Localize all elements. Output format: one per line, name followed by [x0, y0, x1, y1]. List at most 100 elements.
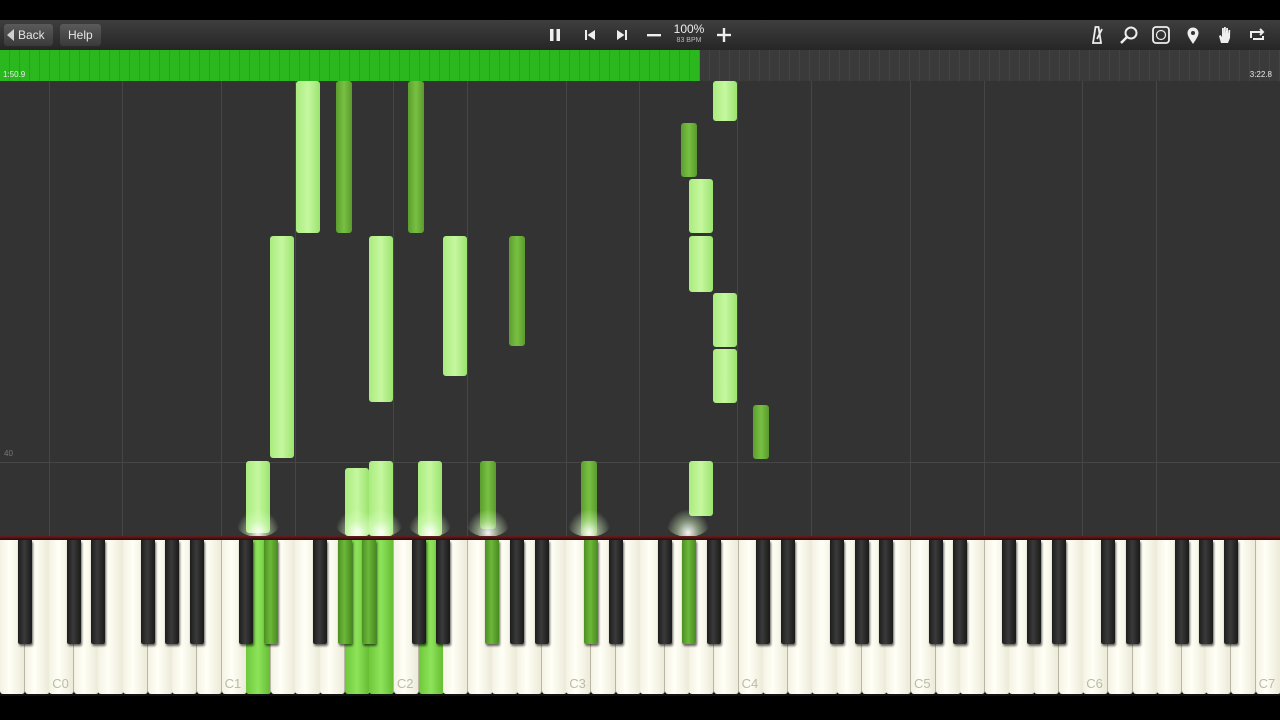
black-key[interactable]: [337, 540, 352, 644]
black-key[interactable]: [1125, 540, 1140, 644]
note-labels-icon[interactable]: [1149, 23, 1173, 47]
speed-bpm: 83 BPM: [676, 37, 702, 44]
black-key[interactable]: [263, 540, 278, 644]
note-hit-sparkle: [567, 509, 611, 536]
marker-icon[interactable]: [1181, 23, 1205, 47]
grid-line: [1082, 81, 1083, 536]
falling-note: [270, 236, 294, 458]
black-key[interactable]: [706, 540, 721, 644]
black-key[interactable]: [657, 540, 672, 644]
note-hit-sparkle: [408, 509, 452, 536]
black-key[interactable]: [189, 540, 204, 644]
grid-line: [639, 81, 640, 536]
minus-icon[interactable]: [642, 23, 666, 47]
black-key[interactable]: [66, 540, 81, 644]
falling-note: [681, 123, 697, 177]
black-key[interactable]: [854, 540, 869, 644]
black-key[interactable]: [1051, 540, 1066, 644]
grid-line: [122, 81, 123, 536]
piano-keyboard: C0 C1 C2 C3 C4 C5 C6 C7: [0, 540, 1280, 696]
grid-line: [221, 81, 222, 536]
current-time: 1:50.9: [3, 70, 26, 79]
grid-line: [566, 81, 567, 536]
octave-label: C1: [224, 676, 242, 691]
black-key[interactable]: [510, 540, 525, 644]
grid-line: [0, 462, 1280, 463]
timeline-progress: [0, 50, 701, 81]
grid-line: [467, 81, 468, 536]
octave-label: C5: [913, 676, 931, 691]
black-key[interactable]: [1199, 540, 1214, 644]
black-key[interactable]: [682, 540, 697, 644]
loop-icon[interactable]: [1245, 23, 1269, 47]
black-key[interactable]: [1100, 540, 1115, 644]
black-key[interactable]: [313, 540, 328, 644]
falling-note: [753, 405, 769, 459]
white-key[interactable]: [1255, 540, 1280, 694]
note-hit-sparkle: [466, 509, 510, 536]
falling-note: [443, 236, 467, 376]
falling-note: [713, 81, 737, 121]
zoom-icon[interactable]: [1117, 23, 1141, 47]
black-key[interactable]: [17, 540, 32, 644]
black-key[interactable]: [140, 540, 155, 644]
speed-display: 100% 83 BPM: [668, 22, 710, 46]
skip-forward-icon[interactable]: [610, 23, 634, 47]
grid-line: [393, 81, 394, 536]
metronome-icon[interactable]: [1085, 23, 1109, 47]
black-key[interactable]: [830, 540, 845, 644]
toolbar: Back Help 100% 83 BPM: [0, 20, 1280, 50]
black-key[interactable]: [879, 540, 894, 644]
back-button[interactable]: Back: [4, 24, 53, 46]
falling-note: [713, 349, 737, 403]
falling-note: [369, 236, 393, 402]
pause-icon[interactable]: [543, 23, 567, 47]
grid-line: [910, 81, 911, 536]
black-key[interactable]: [953, 540, 968, 644]
black-key[interactable]: [608, 540, 623, 644]
octave-label: C0: [52, 676, 69, 691]
black-key[interactable]: [485, 540, 500, 644]
help-button[interactable]: Help: [60, 24, 101, 46]
total-time: 3:22.8: [1249, 70, 1272, 79]
black-key[interactable]: [1027, 540, 1042, 644]
falling-note: [296, 81, 320, 233]
black-key[interactable]: [1002, 540, 1017, 644]
note-hit-sparkle: [359, 509, 403, 536]
black-key[interactable]: [91, 540, 106, 644]
black-key[interactable]: [583, 540, 598, 644]
black-key[interactable]: [436, 540, 451, 644]
speed-percent: 100%: [673, 22, 705, 36]
black-key[interactable]: [239, 540, 254, 644]
timeline-scrubber[interactable]: 1:50.9 3:22.8: [0, 50, 1280, 81]
skip-back-icon[interactable]: [578, 23, 602, 47]
black-key[interactable]: [1174, 540, 1189, 644]
falling-note: [689, 179, 713, 233]
plus-icon[interactable]: [712, 23, 736, 47]
octave-label: C6: [1086, 676, 1103, 691]
black-key[interactable]: [756, 540, 771, 644]
grid-line: [984, 81, 985, 536]
black-key[interactable]: [928, 540, 943, 644]
falling-note: [689, 461, 713, 516]
octave-label: C3: [569, 676, 586, 691]
hand-icon[interactable]: [1213, 23, 1237, 47]
piano-roll: 40: [0, 81, 1280, 536]
grid-line: [49, 81, 50, 536]
note-hit-sparkle: [666, 509, 710, 536]
black-key[interactable]: [165, 540, 180, 644]
black-key[interactable]: [1224, 540, 1238, 644]
grid-line: [737, 81, 738, 536]
black-key[interactable]: [534, 540, 549, 644]
falling-note: [336, 81, 352, 233]
octave-label: C2: [396, 676, 414, 691]
octave-label: C7: [1258, 676, 1276, 691]
black-key[interactable]: [411, 540, 426, 644]
octave-label: C4: [741, 676, 759, 691]
falling-note: [713, 293, 737, 347]
note-hit-sparkle: [236, 509, 280, 536]
black-key[interactable]: [780, 540, 795, 644]
grid-line: [811, 81, 812, 536]
falling-note: [509, 236, 525, 346]
black-key[interactable]: [362, 540, 377, 644]
